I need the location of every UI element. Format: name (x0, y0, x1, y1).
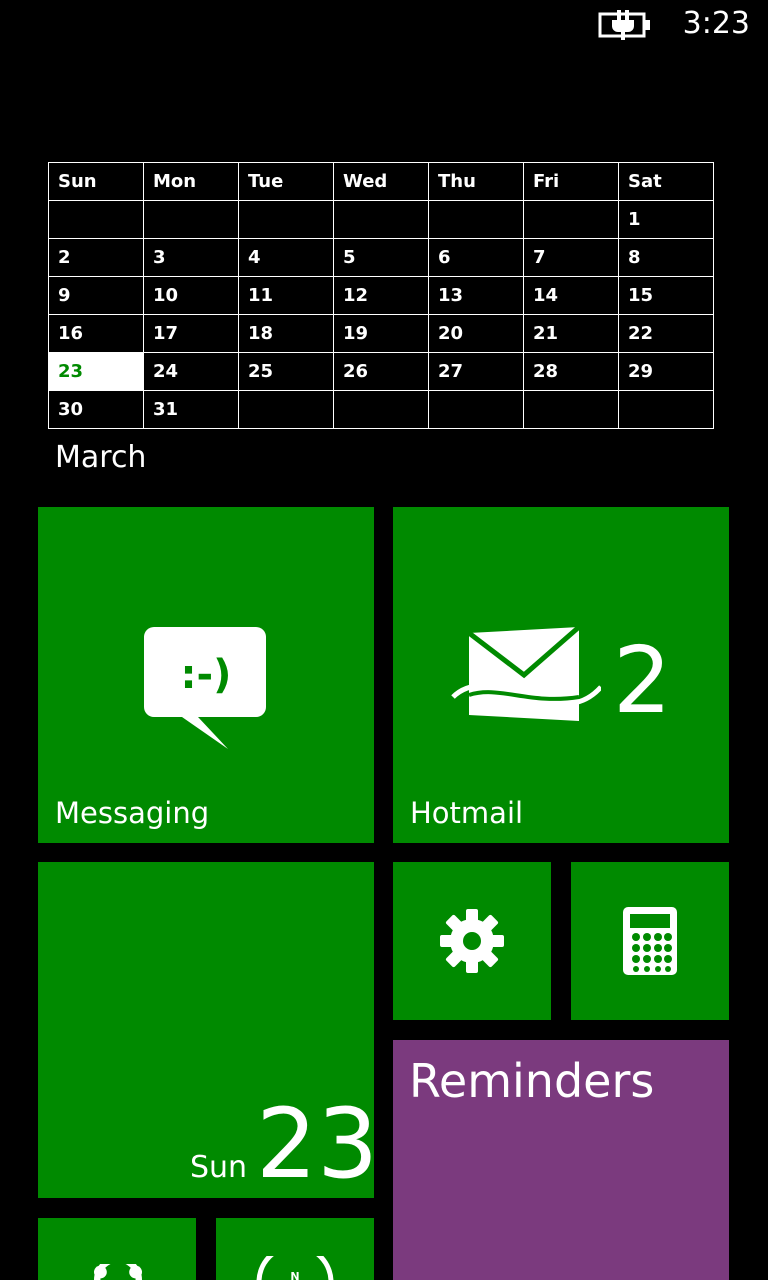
calendar-empty-cell (238, 390, 334, 429)
weekday-header: Mon (143, 162, 239, 201)
gear-icon (440, 909, 504, 973)
weekday-header: Thu (428, 162, 524, 201)
emoticon-text: :-) (181, 652, 232, 698)
calendar-day[interactable]: 31 (143, 390, 239, 429)
calendar-day[interactable]: 24 (143, 352, 239, 391)
weekday-header: Sun (48, 162, 144, 201)
weekday-header-row: Sun Mon Tue Wed Thu Fri Sat (48, 162, 714, 201)
calendar-day[interactable]: 12 (333, 276, 429, 315)
mail-icon (451, 625, 601, 721)
calendar-day[interactable]: 10 (143, 276, 239, 315)
weekday-header: Wed (333, 162, 429, 201)
unread-count: 2 (613, 627, 672, 734)
calendar-day[interactable]: 7 (523, 238, 619, 277)
calendar-day[interactable]: 8 (618, 238, 714, 277)
calendar-day[interactable]: 27 (428, 352, 524, 391)
calendar-empty-cell (523, 200, 619, 239)
calendar-empty-cell (333, 200, 429, 239)
settings-tile[interactable] (393, 862, 551, 1020)
battery-charging-icon (598, 10, 650, 40)
calendar-day[interactable]: 16 (48, 314, 144, 353)
status-bar: 3:23 (0, 0, 768, 50)
calendar-empty-cell (618, 390, 714, 429)
calendar-day[interactable]: 3 (143, 238, 239, 277)
calendar-empty-cell (523, 390, 619, 429)
calendar-day[interactable]: 5 (333, 238, 429, 277)
calendar-day[interactable]: 2 (48, 238, 144, 277)
calendar-day[interactable]: 20 (428, 314, 524, 353)
alarm-clock-icon (94, 1264, 142, 1280)
calendar-empty-cell (48, 200, 144, 239)
month-label: March (55, 440, 147, 475)
calendar-week-row: 9 10 11 12 13 14 15 (48, 276, 714, 315)
calendar-week-row: 23 24 25 26 27 28 29 (48, 352, 714, 391)
weekday-header: Sat (618, 162, 714, 201)
hotmail-tile[interactable]: 2 Hotmail (393, 507, 729, 843)
calendar-day[interactable]: 29 (618, 352, 714, 391)
date-number: 23 (256, 1088, 374, 1198)
calendar-empty-cell (333, 390, 429, 429)
compass-north-label: N (290, 1270, 299, 1280)
calendar-day[interactable]: 13 (428, 276, 524, 315)
calendar-week-row: 1 (48, 200, 714, 239)
hotmail-label: Hotmail (410, 796, 524, 830)
calendar-day[interactable]: 21 (523, 314, 619, 353)
calendar-day[interactable]: 17 (143, 314, 239, 353)
calendar-week-row: 30 31 (48, 390, 714, 429)
calculator-icon (623, 907, 677, 975)
reminders-title: Reminders (409, 1054, 655, 1108)
calendar-day[interactable]: 9 (48, 276, 144, 315)
messaging-label: Messaging (55, 796, 210, 830)
compass-icon: N (256, 1256, 334, 1280)
month-calendar[interactable]: Sun Mon Tue Wed Thu Fri Sat 1 2 3 4 5 6 7 8 9 10 11 12 13 14… (48, 162, 714, 429)
calendar-day[interactable]: 30 (48, 390, 144, 429)
calendar-empty-cell (428, 200, 524, 239)
messaging-icon: :-) (144, 627, 266, 749)
calendar-empty-cell (428, 390, 524, 429)
calendar-day[interactable]: 28 (523, 352, 619, 391)
date-tile[interactable]: Sun 23 (38, 862, 374, 1198)
calendar-empty-cell (238, 200, 334, 239)
alarms-tile[interactable] (38, 1218, 196, 1280)
calendar-day[interactable]: 19 (333, 314, 429, 353)
calendar-day[interactable]: 18 (238, 314, 334, 353)
calendar-day[interactable]: 23 (48, 352, 144, 391)
calendar-day[interactable]: 26 (333, 352, 429, 391)
compass-tile[interactable]: N (216, 1218, 374, 1280)
calendar-day[interactable]: 1 (618, 200, 714, 239)
weekday-header: Tue (238, 162, 334, 201)
weekday-header: Fri (523, 162, 619, 201)
calendar-week-row: 2345678 (48, 238, 714, 277)
calendar-day[interactable]: 22 (618, 314, 714, 353)
date-day: Sun (190, 1150, 248, 1185)
calculator-tile[interactable] (571, 862, 729, 1020)
calendar-week-row: 16 17 18 19 20 21 22 (48, 314, 714, 353)
calendar-day[interactable]: 11 (238, 276, 334, 315)
calendar-day[interactable]: 6 (428, 238, 524, 277)
calendar-day[interactable]: 15 (618, 276, 714, 315)
reminders-tile[interactable]: Reminders (393, 1040, 729, 1280)
calendar-empty-cell (143, 200, 239, 239)
calendar-day[interactable]: 25 (238, 352, 334, 391)
messaging-tile[interactable]: :-) Messaging (38, 507, 374, 843)
clock: 3:23 (682, 6, 750, 41)
calendar-day[interactable]: 14 (523, 276, 619, 315)
calendar-day[interactable]: 4 (238, 238, 334, 277)
